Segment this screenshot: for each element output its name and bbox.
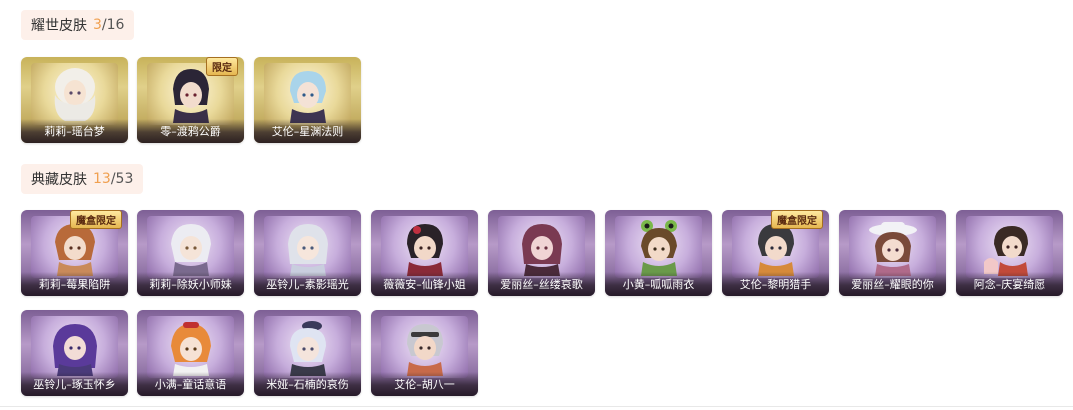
skin-name: 零–渡鸦公爵 <box>137 119 244 143</box>
character-portrait-icon <box>289 321 326 376</box>
skin-name: 爱丽丝–耀眼的你 <box>839 272 946 296</box>
skin-card[interactable]: 限定 零–渡鸦公爵 <box>137 57 244 143</box>
owned-count: 13 <box>93 171 111 187</box>
skin-name: 爱丽丝–丝缕哀歌 <box>488 272 595 296</box>
character-portrait-icon <box>521 224 562 276</box>
skin-name: 艾伦–黎明猎手 <box>722 272 829 296</box>
bottom-divider <box>0 406 1073 407</box>
mystery-box-limited-badge: 魔盒限定 <box>70 210 122 229</box>
mystery-box-limited-badge: 魔盒限定 <box>771 210 823 229</box>
section-title: 耀世皮肤 <box>31 18 87 34</box>
character-portrait-icon <box>170 224 211 276</box>
skin-card[interactable]: 巫铃儿–素影瑶光 <box>254 210 361 296</box>
character-portrait-icon <box>406 324 443 376</box>
skin-name: 莉莉–除妖小师妹 <box>137 272 244 296</box>
skin-card[interactable]: 阿念–庆宴绮愿 <box>956 210 1063 296</box>
section-title: 典藏皮肤 <box>31 172 87 188</box>
total-count: 16 <box>106 17 125 33</box>
character-portrait-icon <box>406 224 443 276</box>
skin-name: 小满–童话意语 <box>137 372 244 396</box>
skin-name: 巫铃儿–素影瑶光 <box>254 272 361 296</box>
total-count: 53 <box>115 171 134 187</box>
skin-name: 米娅–石楠的哀伤 <box>254 372 361 396</box>
skin-name: 小黄–呱呱雨衣 <box>605 272 712 296</box>
owned-count: 3 <box>93 17 102 33</box>
skin-name: 莉莉–瑶台梦 <box>21 119 128 143</box>
character-portrait-icon <box>52 324 97 376</box>
section-header-yaoshi: 耀世皮肤 3 / 16 <box>21 10 135 40</box>
skin-card[interactable]: 艾伦–星渊法则 <box>254 57 361 143</box>
skin-card[interactable]: 艾伦–胡八一 <box>371 310 478 396</box>
skin-card[interactable]: 莉莉–除妖小师妹 <box>137 210 244 296</box>
skin-card[interactable]: 爱丽丝–丝缕哀歌 <box>488 210 595 296</box>
skin-card[interactable]: 小黄–呱呱雨衣 <box>605 210 712 296</box>
skin-name: 薇薇安–仙锋小姐 <box>371 272 478 296</box>
skin-card[interactable]: 小满–童话意语 <box>137 310 244 396</box>
skin-card[interactable]: 莉莉–瑶台梦 <box>21 57 128 143</box>
skin-name: 巫铃儿–琢玉怀乡 <box>21 372 128 396</box>
skin-card[interactable]: 薇薇安–仙锋小姐 <box>371 210 478 296</box>
limited-badge: 限定 <box>206 57 238 76</box>
character-portrait-icon <box>54 68 95 121</box>
skin-card[interactable]: 魔盒限定 艾伦–黎明猎手 <box>722 210 829 296</box>
character-portrait-icon <box>287 224 328 276</box>
character-portrait-icon <box>640 220 677 276</box>
skin-name: 阿念–庆宴绮愿 <box>956 272 1063 296</box>
skin-card[interactable]: 米娅–石楠的哀伤 <box>254 310 361 396</box>
skin-name: 莉莉–莓果陷阱 <box>21 272 128 296</box>
section-header-diancang: 典藏皮肤 13 / 53 <box>21 164 144 194</box>
skin-name: 艾伦–胡八一 <box>371 372 478 396</box>
character-portrait-icon <box>289 71 326 123</box>
character-portrait-icon <box>170 322 211 376</box>
character-portrait-icon <box>983 226 1028 276</box>
skin-card[interactable]: 巫铃儿–琢玉怀乡 <box>21 310 128 396</box>
skin-card[interactable]: 爱丽丝–耀眼的你 <box>839 210 946 296</box>
skin-card[interactable]: 魔盒限定 莉莉–莓果陷阱 <box>21 210 128 296</box>
skin-name: 艾伦–星渊法则 <box>254 119 361 143</box>
character-portrait-icon <box>868 222 917 276</box>
